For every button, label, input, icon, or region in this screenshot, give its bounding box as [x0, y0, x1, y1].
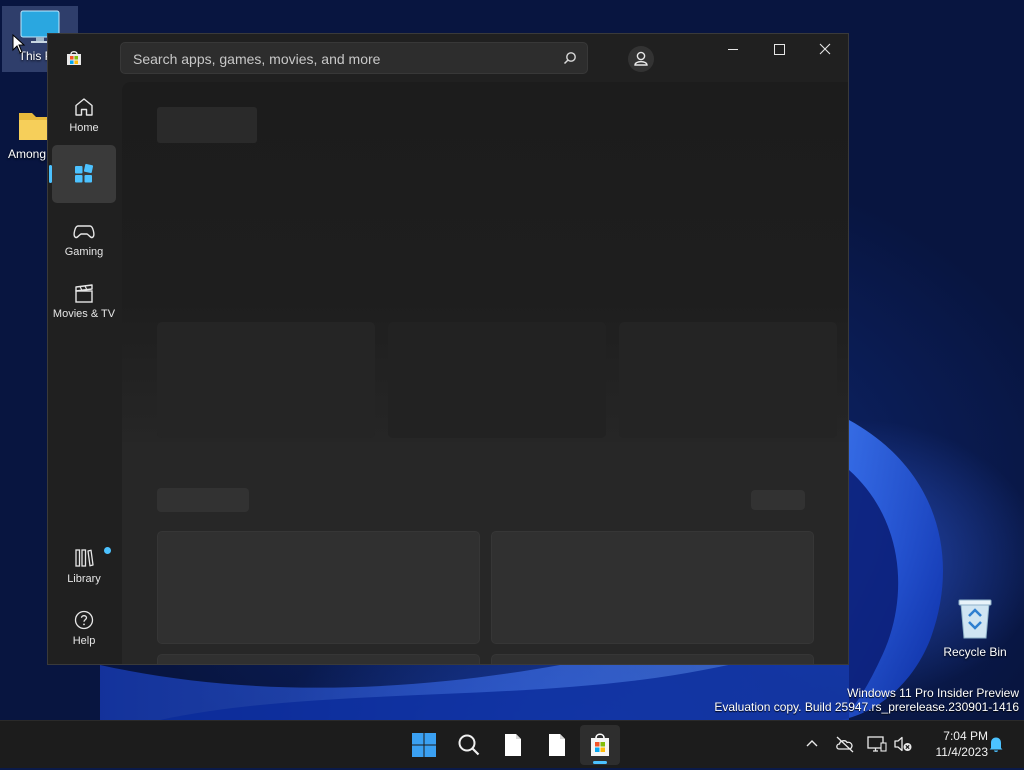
network-tray-button[interactable] [866, 734, 888, 754]
account-icon [628, 46, 654, 72]
active-indicator [49, 165, 52, 183]
close-icon [819, 43, 831, 55]
update-badge [104, 547, 111, 554]
hero-card-placeholder [388, 322, 606, 438]
search-icon[interactable] [563, 51, 577, 65]
clock-date: 11/4/2023 [935, 745, 989, 759]
close-button[interactable] [802, 34, 848, 66]
app-card-placeholder [157, 654, 480, 664]
clock[interactable]: 7:04 PM 11/4/2023 [918, 728, 989, 760]
title-bar[interactable] [48, 34, 848, 82]
app-card-placeholder [491, 531, 814, 644]
chevron-up-icon [806, 740, 818, 747]
nav-item-label: Home [69, 122, 99, 134]
nav-item-label: Gaming [64, 246, 104, 258]
gamepad-icon [73, 225, 95, 239]
search-box[interactable] [120, 42, 588, 75]
file-icon [505, 734, 521, 756]
content-area [122, 82, 848, 664]
taskbar-search-button[interactable] [449, 725, 489, 765]
network-icon [867, 736, 887, 752]
bell-icon [989, 737, 1003, 752]
store-window: Home Gaming Movies & TV [47, 33, 849, 665]
help-icon [74, 610, 94, 630]
running-indicator [593, 761, 607, 764]
see-all-placeholder [751, 490, 805, 510]
account-button[interactable] [626, 44, 656, 74]
file-icon [549, 734, 565, 756]
apps-icon [75, 163, 94, 183]
nav-item-label: Library [67, 573, 101, 585]
clock-time: 7:04 PM [943, 729, 988, 743]
start-button[interactable] [404, 725, 444, 765]
app-card-placeholder [157, 531, 480, 644]
library-icon [75, 549, 94, 567]
nav-item-label: Movies & TV [52, 308, 116, 320]
home-icon [75, 98, 93, 116]
taskbar-app-store[interactable] [580, 725, 620, 765]
volume-tray-button[interactable] [892, 734, 914, 754]
notifications-button[interactable] [986, 734, 1006, 754]
hero-card-placeholder [619, 322, 837, 438]
desktop-icon-recycle-bin[interactable]: Recycle Bin [937, 596, 1013, 659]
taskbar-app-file-2[interactable] [537, 725, 577, 765]
watermark-line-1: Windows 11 Pro Insider Preview [847, 686, 1019, 700]
recycle-bin-icon [958, 599, 992, 639]
app-card-placeholder [491, 654, 814, 664]
nav-item-gaming[interactable]: Gaming [52, 208, 116, 266]
nav-item-home[interactable]: Home [52, 84, 116, 142]
maximize-icon [774, 44, 785, 55]
minimize-icon [728, 49, 738, 50]
section-title-placeholder [157, 488, 249, 512]
taskbar: 7:04 PM 11/4/2023 [0, 720, 1024, 768]
hero-card-placeholder [157, 322, 375, 438]
nav-item-movies-tv[interactable]: Movies & TV [52, 270, 116, 328]
nav-item-apps[interactable] [49, 145, 116, 203]
cloud-offline-icon [836, 736, 854, 753]
onedrive-tray-button[interactable] [834, 734, 856, 754]
search-input[interactable] [131, 43, 555, 75]
maximize-button[interactable] [756, 34, 802, 66]
taskbar-app-file-1[interactable] [493, 725, 533, 765]
clapperboard-icon [75, 284, 93, 303]
minimize-button[interactable] [710, 34, 756, 66]
nav-item-help[interactable]: Help [52, 597, 116, 655]
nav-item-label: Help [72, 635, 96, 647]
mouse-cursor-icon [12, 34, 26, 54]
watermark-line-2: Evaluation copy. Build 25947.rs_prerelea… [714, 700, 1019, 714]
watermark: Windows 11 Pro Insider Preview Evaluatio… [714, 686, 1019, 714]
volume-muted-icon [894, 736, 912, 752]
search-icon [458, 734, 480, 756]
store-logo-icon [67, 51, 81, 65]
show-hidden-icons-button[interactable] [803, 735, 821, 753]
store-icon [591, 733, 609, 756]
nav-item-library[interactable]: Library [52, 535, 116, 593]
start-icon [412, 733, 436, 757]
navigation-rail: Home Gaming Movies & TV Library Help [48, 82, 122, 664]
hero-title-placeholder [157, 107, 257, 143]
desktop-icon-label: Recycle Bin [943, 645, 1007, 659]
